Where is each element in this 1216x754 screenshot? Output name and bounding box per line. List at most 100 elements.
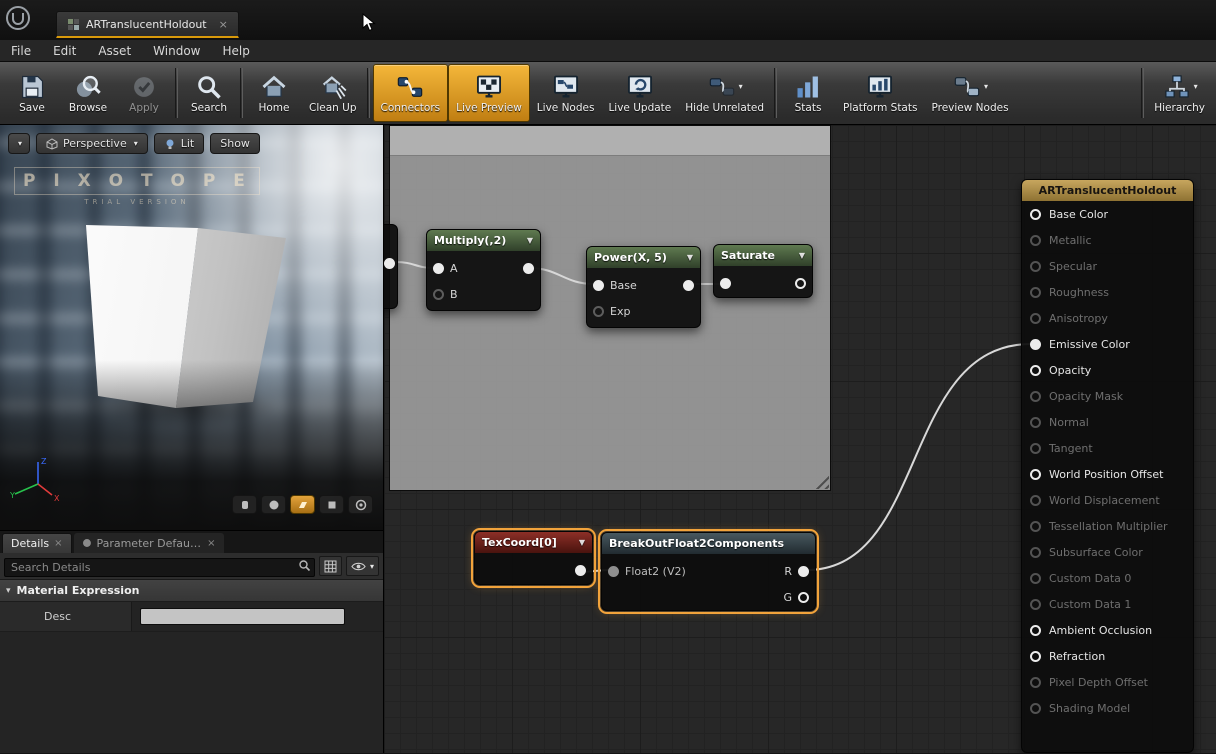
desc-input[interactable] bbox=[140, 608, 345, 625]
node-saturate[interactable]: Saturate ▼ bbox=[713, 244, 813, 298]
node-breakout-float2[interactable]: BreakOutFloat2Components Float2 (V2) R G bbox=[601, 532, 816, 611]
tab-close-icon[interactable]: × bbox=[219, 18, 228, 31]
output-pin-r[interactable] bbox=[798, 566, 809, 577]
node-multiply[interactable]: Multiply(,2) ▼ A B bbox=[426, 229, 541, 311]
pin-roughness[interactable] bbox=[1030, 287, 1041, 298]
input-pin-b[interactable] bbox=[433, 289, 444, 300]
output-pin[interactable] bbox=[795, 278, 806, 289]
pin-world-displacement[interactable] bbox=[1030, 495, 1041, 506]
lit-button[interactable]: Lit bbox=[154, 133, 205, 154]
material-graph-canvas[interactable]: Multiply(,2) ▼ A B Power(X, 5) ▼ Base Ex… bbox=[384, 125, 1216, 753]
output-pin[interactable] bbox=[575, 565, 586, 576]
tab-close-icon[interactable]: × bbox=[207, 538, 215, 549]
pin-normal[interactable] bbox=[1030, 417, 1041, 428]
toolbar-separator bbox=[367, 68, 370, 118]
pin-custom-data-0[interactable] bbox=[1030, 573, 1041, 584]
preview-plane-button[interactable] bbox=[290, 495, 315, 514]
pin-tangent[interactable] bbox=[1030, 443, 1041, 454]
chevron-down-icon[interactable]: ▼ bbox=[579, 538, 585, 547]
preview-nodes-button[interactable]: ▾ Preview Nodes bbox=[924, 64, 1015, 122]
material-node-header[interactable]: ARTranslucentHoldout bbox=[1022, 180, 1193, 201]
comment-node-header[interactable] bbox=[390, 126, 830, 156]
view-options-button[interactable]: ▾ bbox=[346, 556, 379, 576]
output-pin[interactable] bbox=[523, 263, 534, 274]
live-update-button[interactable]: Live Update bbox=[601, 64, 678, 122]
pin-pixel-depth-offset[interactable] bbox=[1030, 677, 1041, 688]
pin-base-color[interactable] bbox=[1030, 209, 1041, 220]
menu-file[interactable]: File bbox=[0, 40, 42, 62]
chevron-down-icon[interactable]: ▼ bbox=[527, 236, 533, 245]
menu-edit[interactable]: Edit bbox=[42, 40, 87, 62]
document-tab[interactable]: ARTranslucentHoldout × bbox=[56, 11, 239, 38]
pin-opacity[interactable] bbox=[1030, 365, 1041, 376]
tab-details[interactable]: Details × bbox=[2, 533, 72, 553]
node-breakout-header[interactable]: BreakOutFloat2Components bbox=[602, 533, 815, 554]
node-saturate-header[interactable]: Saturate ▼ bbox=[714, 245, 812, 266]
preview-mesh-button[interactable] bbox=[348, 495, 373, 514]
tab-parameter-defaults[interactable]: Parameter Defaults × bbox=[74, 533, 224, 553]
browse-button[interactable]: Browse bbox=[60, 64, 116, 122]
preview-viewport[interactable]: ▾ Perspective ▾ Lit Show bbox=[0, 125, 383, 531]
pin-specular[interactable] bbox=[1030, 261, 1041, 272]
show-button[interactable]: Show bbox=[210, 133, 260, 154]
input-pin-exp[interactable] bbox=[593, 306, 604, 317]
node-texcoord[interactable]: TexCoord[0] ▼ bbox=[474, 531, 593, 585]
home-button[interactable]: Home bbox=[246, 64, 302, 122]
menu-window[interactable]: Window bbox=[142, 40, 211, 62]
preview-cube-button[interactable] bbox=[319, 495, 344, 514]
menu-asset[interactable]: Asset bbox=[87, 40, 142, 62]
node-offscreen[interactable] bbox=[384, 224, 398, 309]
pin-metallic[interactable] bbox=[1030, 235, 1041, 246]
comment-resize-handle[interactable] bbox=[814, 474, 829, 489]
chevron-down-icon[interactable]: ▾ bbox=[984, 82, 988, 91]
apply-button[interactable]: Apply bbox=[116, 64, 172, 122]
live-nodes-button[interactable]: Live Nodes bbox=[530, 64, 602, 122]
pin-anisotropy[interactable] bbox=[1030, 313, 1041, 324]
connectors-button[interactable]: Connectors bbox=[373, 64, 449, 122]
menu-help[interactable]: Help bbox=[211, 40, 260, 62]
clean-up-button[interactable]: Clean Up bbox=[302, 64, 364, 122]
save-button[interactable]: Save bbox=[4, 64, 60, 122]
node-material-result[interactable]: ARTranslucentHoldout Base Color Metallic… bbox=[1021, 179, 1194, 753]
chevron-down-icon[interactable]: ▾ bbox=[739, 82, 743, 91]
search-details-input[interactable] bbox=[4, 558, 315, 577]
pin-shading-model[interactable] bbox=[1030, 703, 1041, 714]
hierarchy-button[interactable]: ▾ Hierarchy bbox=[1147, 64, 1212, 122]
output-pin-g[interactable] bbox=[798, 592, 809, 603]
pin-tessellation-multiplier[interactable] bbox=[1030, 521, 1041, 532]
node-power-header[interactable]: Power(X, 5) ▼ bbox=[587, 247, 700, 268]
platform-stats-button[interactable]: Platform Stats bbox=[836, 64, 924, 122]
perspective-button[interactable]: Perspective ▾ bbox=[36, 133, 148, 154]
search-button[interactable]: Search bbox=[181, 64, 237, 122]
pin-custom-data-1[interactable] bbox=[1030, 599, 1041, 610]
preview-sphere-button[interactable] bbox=[261, 495, 286, 514]
viewport-options-button[interactable]: ▾ bbox=[8, 133, 30, 154]
material-expression-section-header[interactable]: ▾ Material Expression bbox=[0, 580, 383, 602]
output-pin[interactable] bbox=[683, 280, 694, 291]
output-pin[interactable] bbox=[384, 258, 395, 269]
input-pin[interactable] bbox=[720, 278, 731, 289]
preview-shape-buttons bbox=[232, 495, 373, 514]
pin-emissive-color[interactable] bbox=[1030, 339, 1041, 350]
live-preview-button[interactable]: Live Preview bbox=[448, 64, 530, 122]
hide-unrelated-icon bbox=[707, 73, 737, 101]
input-pin-a[interactable] bbox=[433, 263, 444, 274]
chevron-down-icon[interactable]: ▼ bbox=[799, 251, 805, 260]
pin-opacity-mask[interactable] bbox=[1030, 391, 1041, 402]
node-texcoord-header[interactable]: TexCoord[0] ▼ bbox=[475, 532, 592, 553]
pin-world-position-offset[interactable] bbox=[1030, 469, 1041, 480]
property-matrix-button[interactable] bbox=[319, 556, 342, 576]
node-multiply-header[interactable]: Multiply(,2) ▼ bbox=[427, 230, 540, 251]
input-pin-float2[interactable] bbox=[608, 566, 619, 577]
chevron-down-icon[interactable]: ▾ bbox=[1194, 82, 1198, 91]
tab-close-icon[interactable]: × bbox=[54, 538, 62, 549]
hide-unrelated-button[interactable]: ▾ Hide Unrelated bbox=[678, 64, 771, 122]
preview-cylinder-button[interactable] bbox=[232, 495, 257, 514]
pin-subsurface-color[interactable] bbox=[1030, 547, 1041, 558]
node-power[interactable]: Power(X, 5) ▼ Base Exp bbox=[586, 246, 701, 328]
stats-button[interactable]: Stats bbox=[780, 64, 836, 122]
input-pin-base[interactable] bbox=[593, 280, 604, 291]
pin-ambient-occlusion[interactable] bbox=[1030, 625, 1041, 636]
pin-refraction[interactable] bbox=[1030, 651, 1041, 662]
chevron-down-icon[interactable]: ▼ bbox=[687, 253, 693, 262]
